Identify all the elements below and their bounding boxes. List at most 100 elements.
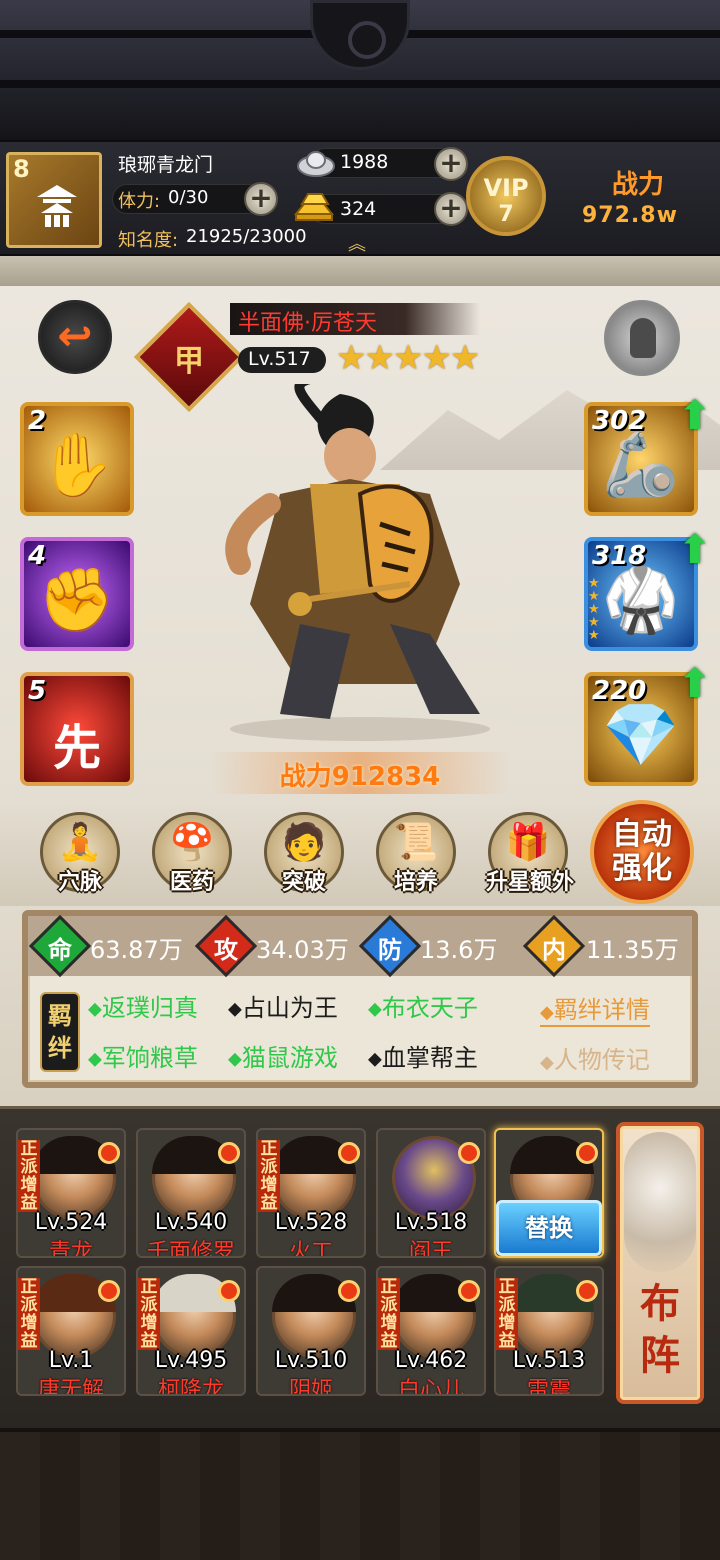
faction-tag: 正派增益 <box>496 1278 518 1350</box>
skill-level: 2 <box>28 406 47 436</box>
back-button[interactable]: ↩ <box>38 300 112 374</box>
biography-text: 人物传记 <box>553 1046 650 1074</box>
medicine-icon: 🍄 <box>169 822 215 863</box>
defense-stat-glyph: 防 <box>378 936 402 964</box>
member-name: 青龙 <box>48 1240 93 1258</box>
stamina-label: 体力: <box>118 191 161 212</box>
hp-stat-glyph: 命 <box>48 936 72 964</box>
internal-stat-value: 11.35万 <box>586 936 679 964</box>
vip-badge[interactable]: VIP 7 <box>466 156 546 236</box>
notification-dot <box>98 1142 120 1164</box>
upgrade-arrow-icon: ⬆ <box>678 661 712 707</box>
member-level: Lv.518 <box>394 1210 468 1235</box>
formation-label: 布 阵 <box>616 1278 704 1382</box>
vip-label: VIP <box>483 174 529 202</box>
breakthrough-label: 突破 <box>281 870 326 895</box>
team-member-card[interactable]: 正派增益 Lv.524 青龙 <box>16 1128 126 1258</box>
faction-tag: 正派增益 <box>258 1140 280 1212</box>
team-member-card[interactable]: 正派增益 Lv.1 唐无解 <box>16 1266 126 1396</box>
medicine-label: 医药 <box>169 870 214 895</box>
equipment-stars: ★ ★ ★ ★ ★ <box>588 576 600 643</box>
fist-icon: ✊ <box>38 563 116 636</box>
auto-enhance-label: 自动 强化 <box>590 818 694 886</box>
bond-item-text: 军饷粮草 <box>101 1044 198 1072</box>
player-name: 琅琊青龙门 <box>118 154 214 176</box>
temple-icon <box>37 185 77 227</box>
member-level: Lv.528 <box>274 1210 348 1235</box>
member-level: Lv.540 <box>154 1210 228 1235</box>
bond-item: ◆军饷粮草 <box>88 1044 198 1072</box>
hp-stat-value: 63.87万 <box>90 936 183 964</box>
meridian-icon: 🧘 <box>57 822 103 863</box>
member-name: 白心儿 <box>397 1378 464 1396</box>
member-level: Lv.524 <box>34 1210 108 1235</box>
team-member-card[interactable]: Lv.510 阴姬 <box>256 1266 366 1396</box>
member-name: 唐无解 <box>37 1378 104 1396</box>
faction-tag: 正派增益 <box>378 1278 400 1350</box>
upgrade-arrow-icon: ⬆ <box>678 527 712 573</box>
member-name: 阴姬 <box>288 1378 333 1396</box>
member-level: Lv.513 <box>512 1348 586 1373</box>
meridian-label: 穴脉 <box>57 870 102 895</box>
bond-badge-text: 羁 绊 <box>40 1000 80 1064</box>
star-upgrade-icon: 🎁 <box>505 822 551 863</box>
formation-art <box>624 1132 696 1272</box>
bond-item: ◆猫鼠游戏 <box>228 1044 338 1072</box>
bond-item-text: 返璞归真 <box>101 994 198 1022</box>
cultivate-icon: 📜 <box>393 822 439 863</box>
cultivate-label: 培养 <box>393 870 438 895</box>
skill-tile[interactable]: 先 5 <box>20 672 134 786</box>
add-silver-button[interactable]: + <box>434 147 468 181</box>
equipment-level: 318 <box>592 541 647 571</box>
breakthrough-icon: 🧑 <box>281 822 327 863</box>
member-level: Lv.495 <box>154 1348 228 1373</box>
hero-portrait-button[interactable] <box>604 300 680 376</box>
notification-dot <box>98 1280 120 1302</box>
notification-dot <box>218 1280 240 1302</box>
notification-dot <box>338 1280 360 1302</box>
header-power-value: 972.8w <box>582 203 678 228</box>
member-name: 雷震 <box>526 1378 571 1396</box>
team-member-card[interactable]: 正派增益 Lv.462 白心儿 <box>376 1266 486 1396</box>
member-level: Lv.1 <box>48 1348 94 1373</box>
bond-badge-top: 羁 <box>48 1002 72 1030</box>
team-member-card[interactable]: 正派增益 Lv.495 柯降龙 <box>136 1266 246 1396</box>
auto-enhance-line1: 自动 <box>612 817 672 852</box>
first-strike-icon: 先 <box>52 720 101 776</box>
member-level: Lv.510 <box>274 1348 348 1373</box>
add-stamina-button[interactable]: + <box>244 182 278 216</box>
skill-tile[interactable]: ✊ 4 <box>20 537 134 651</box>
bond-item-text: 血掌帮主 <box>381 1044 478 1072</box>
expand-chevron-icon[interactable]: ︽ <box>348 230 366 256</box>
notification-dot <box>458 1142 480 1164</box>
team-member-card[interactable]: 正派增益 Lv.528 火工 <box>256 1128 366 1258</box>
team-member-card[interactable]: Lv.540 千面修罗 <box>136 1128 246 1258</box>
internal-stat-glyph: 内 <box>542 936 566 964</box>
hero-figure[interactable] <box>200 384 520 744</box>
floor-decoration <box>0 1428 720 1560</box>
defense-stat-value: 13.6万 <box>420 936 498 964</box>
fame-label: 知名度: <box>118 230 179 251</box>
team-member-card[interactable]: 正派增益 Lv.513 雷震 <box>494 1266 604 1396</box>
attack-stat-value: 34.03万 <box>256 936 349 964</box>
bond-item-text: 占山为王 <box>241 994 338 1022</box>
rank-text: 甲 <box>174 344 204 379</box>
player-avatar[interactable]: 8 <box>6 152 102 248</box>
notification-dot <box>576 1142 598 1164</box>
biography-link[interactable]: ◆人物传记 <box>540 1040 650 1075</box>
robe-icon: 🥋 <box>602 563 680 636</box>
silver-value: 1988 <box>340 151 389 173</box>
add-gold-button[interactable]: + <box>434 192 468 226</box>
bond-item-text: 猫鼠游戏 <box>241 1044 338 1072</box>
silver-ingot-icon <box>297 151 335 177</box>
member-name: 千面修罗 <box>146 1240 235 1258</box>
member-level: Lv.462 <box>394 1348 468 1373</box>
team-member-card[interactable]: Lv.518 阎王 <box>376 1128 486 1258</box>
skill-tile[interactable]: ✋ 2 <box>20 402 134 516</box>
roof-ornament-icon <box>310 0 410 70</box>
player-level: 8 <box>13 155 30 183</box>
swap-button[interactable]: 替换 <box>496 1200 602 1256</box>
faction-tag: 正派增益 <box>18 1140 40 1212</box>
bond-details-link[interactable]: ◆羁绊详情 <box>540 990 650 1027</box>
notification-dot <box>458 1280 480 1302</box>
